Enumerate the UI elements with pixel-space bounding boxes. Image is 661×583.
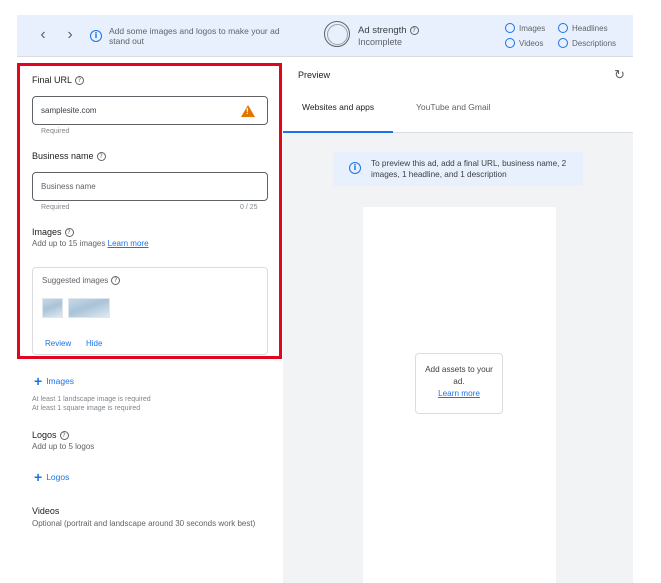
- logos-heading: Logos?: [32, 430, 69, 440]
- add-logos-button[interactable]: + Logos: [34, 470, 69, 484]
- videos-heading: Videos: [32, 506, 60, 516]
- refresh-icon[interactable]: ↻: [614, 68, 625, 83]
- business-name-label: Business name: [32, 151, 94, 161]
- ad-strength-title: Ad strength?: [358, 25, 419, 36]
- checklist-item-headlines: Headlines: [558, 23, 608, 35]
- circle-icon: [505, 38, 515, 48]
- help-icon[interactable]: ?: [64, 228, 74, 237]
- plus-icon: +: [34, 373, 43, 389]
- suggested-images-title: Suggested images: [42, 276, 109, 285]
- ad-strength-status: Incomplete: [358, 37, 403, 47]
- add-assets-learn-more-link[interactable]: Learn more: [416, 388, 502, 399]
- checklist-item-images: Images: [505, 23, 545, 35]
- business-name-counter: 0 / 25: [240, 204, 258, 211]
- videos-subtext: Optional (portrait and landscape around …: [32, 519, 256, 528]
- ad-strength-label: Ad strength: [358, 25, 407, 36]
- images-learn-more-link[interactable]: Learn more: [108, 239, 149, 248]
- warning-icon: !: [241, 105, 255, 117]
- preview-notice-text: To preview this ad, add a final URL, bus…: [371, 159, 567, 179]
- suggested-image-thumbnail[interactable]: [68, 298, 110, 318]
- final-url-label: Final URL: [32, 75, 73, 85]
- suggested-image-thumbnail[interactable]: [42, 298, 63, 318]
- checklist-item-descriptions: Descriptions: [558, 38, 616, 50]
- preview-title: Preview: [298, 70, 331, 80]
- business-name-input[interactable]: [41, 173, 221, 200]
- help-icon[interactable]: ?: [111, 276, 121, 285]
- add-logos-label: Logos: [46, 472, 70, 482]
- images-label: Images: [32, 227, 62, 237]
- tab-websites-and-apps[interactable]: Websites and apps: [282, 100, 394, 133]
- final-url-input[interactable]: [41, 97, 221, 124]
- circle-icon: [505, 23, 515, 33]
- add-images-label: Images: [46, 376, 75, 386]
- landscape-requirement: At least 1 landscape image is required: [32, 396, 151, 403]
- help-icon[interactable]: ?: [409, 26, 419, 35]
- business-name-field[interactable]: [32, 172, 268, 201]
- checklist-label: Headlines: [572, 24, 608, 33]
- circle-icon: [558, 23, 568, 33]
- checklist-label: Descriptions: [572, 39, 617, 48]
- checklist-label: Videos: [519, 39, 544, 48]
- preview-panel: Preview ↻ Websites and apps YouTube and …: [282, 57, 633, 583]
- add-assets-card: Add assets to your ad. Learn more: [415, 353, 503, 414]
- final-url-hint: Required: [41, 128, 70, 135]
- hide-button[interactable]: Hide: [86, 339, 102, 348]
- review-button[interactable]: Review: [45, 339, 71, 348]
- suggested-images-heading: Suggested images?: [42, 276, 121, 285]
- tab-youtube-and-gmail[interactable]: YouTube and Gmail: [416, 100, 491, 132]
- logos-subtext: Add up to 5 logos: [32, 442, 95, 451]
- plus-icon: +: [34, 469, 43, 485]
- business-name-heading: Business name?: [32, 151, 106, 161]
- help-icon[interactable]: ?: [59, 431, 69, 440]
- final-url-field[interactable]: !: [32, 96, 268, 125]
- images-subtext: Add up to 15 images Learn more: [32, 239, 149, 248]
- images-heading: Images?: [32, 227, 74, 237]
- preview-header: Preview ↻ Websites and apps YouTube and …: [282, 57, 633, 133]
- preview-notice: i To preview this ad, add a final URL, b…: [333, 152, 583, 186]
- business-name-hint: Required: [41, 204, 70, 211]
- help-icon[interactable]: ?: [96, 152, 106, 161]
- circle-icon: [558, 38, 568, 48]
- logos-label: Logos: [32, 430, 57, 440]
- ad-strength-ring: [324, 21, 350, 47]
- ad-tip-text: Add some images and logos to make your a…: [109, 26, 280, 46]
- checklist-label: Images: [519, 24, 546, 33]
- info-icon: i: [349, 162, 361, 174]
- images-limit-text: Add up to 15 images: [32, 239, 106, 248]
- add-images-button[interactable]: + Images: [34, 374, 74, 388]
- ad-strength-bar: ‹ › i Add some images and logos to make …: [17, 15, 633, 57]
- info-icon: i: [90, 30, 102, 42]
- chevron-left-icon[interactable]: ‹: [33, 24, 53, 46]
- help-icon[interactable]: ?: [75, 76, 85, 85]
- checklist-item-videos: Videos: [505, 38, 543, 50]
- final-url-heading: Final URL?: [32, 75, 85, 85]
- add-assets-text: Add assets to your ad.: [425, 365, 493, 386]
- square-requirement: At least 1 square image is required: [32, 405, 141, 412]
- chevron-right-icon[interactable]: ›: [60, 24, 80, 46]
